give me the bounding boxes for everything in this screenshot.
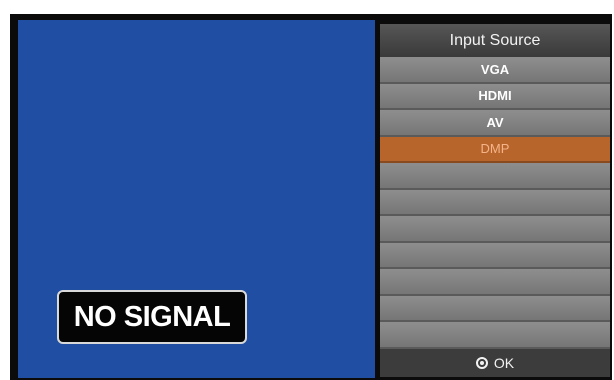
no-signal-text: NO SIGNAL <box>73 300 231 333</box>
menu-item-av[interactable]: AV <box>380 110 610 137</box>
empty-menu-row <box>380 269 610 296</box>
menu-title-text: Input Source <box>449 31 541 49</box>
input-source-menu: Input Source VGA HDMI AV DMP OK <box>380 24 610 377</box>
menu-footer[interactable]: OK <box>380 349 610 377</box>
empty-menu-row <box>380 242 610 269</box>
menu-item-label: VGA <box>480 61 510 77</box>
empty-menu-row <box>380 295 610 322</box>
ok-circle-icon <box>475 357 488 369</box>
menu-item-hdmi[interactable]: HDMI <box>380 83 610 110</box>
input-source-list: VGA HDMI AV DMP <box>380 57 610 349</box>
menu-item-dmp[interactable]: DMP <box>380 136 610 163</box>
menu-item-label: DMP <box>480 141 510 157</box>
empty-menu-row <box>380 189 610 216</box>
menu-item-label: HDMI <box>478 88 512 104</box>
menu-title: Input Source <box>380 24 610 57</box>
ok-label: OK <box>493 355 515 371</box>
empty-menu-row <box>380 216 610 243</box>
empty-menu-row <box>380 163 610 190</box>
no-signal-badge: NO SIGNAL <box>57 290 247 344</box>
menu-item-vga[interactable]: VGA <box>380 57 610 84</box>
menu-item-label: AV <box>486 114 504 130</box>
empty-menu-row <box>380 322 610 349</box>
